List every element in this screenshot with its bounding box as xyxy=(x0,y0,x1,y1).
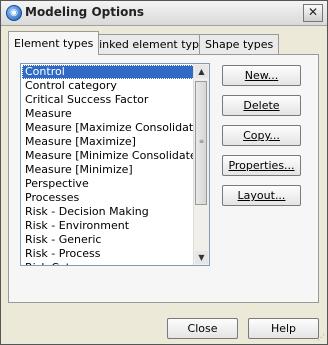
modeling-icon: ◉ xyxy=(6,5,22,21)
list-item[interactable]: Control category xyxy=(22,79,195,93)
list-item[interactable]: Measure [Minimize Consolidate] xyxy=(22,149,195,163)
title-bar: ◉ Modeling Options ✕ xyxy=(1,1,327,26)
element-types-list[interactable]: Control Control category Critical Success … xyxy=(20,63,210,266)
list-item[interactable]: Measure [Minimize] xyxy=(22,163,195,177)
tab-shape-types[interactable]: Shape types xyxy=(199,34,280,54)
vertical-scrollbar[interactable]: ▲ ≡ ▼ xyxy=(193,64,209,265)
list-item[interactable]: Risk - Decision Making xyxy=(22,205,195,219)
scroll-thumb[interactable]: ≡ xyxy=(195,81,207,205)
scroll-down-icon[interactable]: ▼ xyxy=(195,251,208,264)
close-button[interactable]: Close xyxy=(167,318,238,339)
list-item[interactable]: Risk - Process xyxy=(22,247,195,261)
scroll-up-icon[interactable]: ▲ xyxy=(195,65,208,78)
list-items: Control Control category Critical Success … xyxy=(21,65,195,265)
modeling-options-dialog: ◉ Modeling Options ✕ Element types Linke… xyxy=(0,0,328,345)
list-item[interactable]: Risk Category xyxy=(22,261,195,265)
list-item[interactable]: Risk - Generic xyxy=(22,233,195,247)
list-item[interactable]: Measure [Maximize Consolidate] xyxy=(22,121,195,135)
list-item[interactable]: Perspective xyxy=(22,177,195,191)
list-item[interactable]: Measure xyxy=(22,107,195,121)
copy-button[interactable]: Copy... xyxy=(222,125,301,146)
tab-element-types[interactable]: Element types xyxy=(8,31,100,55)
list-item[interactable]: Measure [Maximize] xyxy=(22,135,195,149)
tab-linked-element-types[interactable]: Linked element types xyxy=(87,34,218,54)
delete-button[interactable]: Delete xyxy=(222,95,301,116)
help-button[interactable]: Help xyxy=(248,318,319,339)
properties-button[interactable]: Properties... xyxy=(222,155,301,176)
resize-grip-icon[interactable]: ⋰ xyxy=(317,333,325,342)
close-icon[interactable]: ✕ xyxy=(303,4,323,22)
grip-icon: ≡ xyxy=(199,138,205,145)
list-item[interactable]: Risk - Environment xyxy=(22,219,195,233)
layout-button[interactable]: Layout... xyxy=(222,185,301,206)
list-item[interactable]: Processes xyxy=(22,191,195,205)
list-item[interactable]: Critical Success Factor xyxy=(22,93,195,107)
list-item[interactable]: Control xyxy=(22,65,195,79)
window-title: Modeling Options xyxy=(25,5,145,19)
new-button[interactable]: New... xyxy=(222,65,301,86)
